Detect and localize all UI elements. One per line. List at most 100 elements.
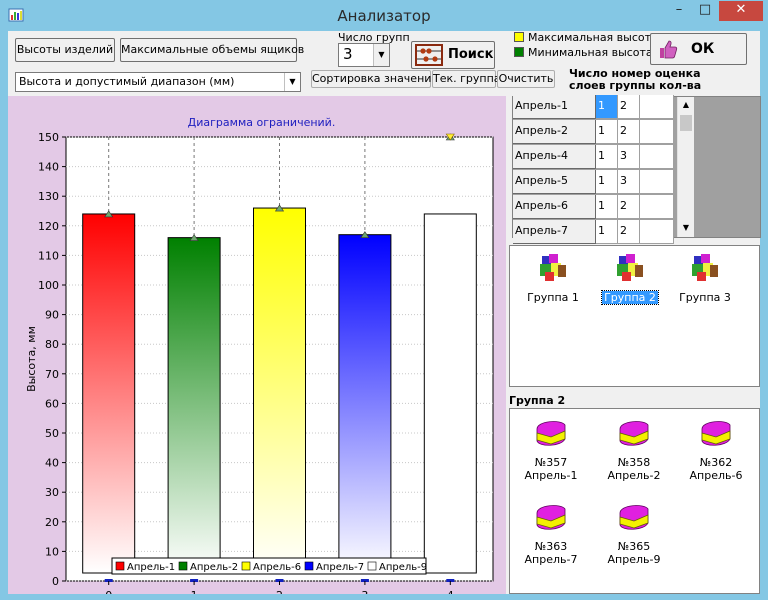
y-tick-label: 40 [45, 457, 59, 470]
group-product-item[interactable]: №358 Апрель-2 [602, 417, 666, 482]
products-grid: Апрель-1 1 2 Апрель-2 1 2 Апрель-4 1 3 Апрель-5 1 3… [512, 95, 761, 244]
grid-cell-layers[interactable]: 1 [596, 195, 618, 219]
client-area: Высоты изделий Максимальные объемы ящико… [8, 31, 761, 600]
y-tick-label: 110 [38, 249, 59, 262]
grid-cell-name[interactable]: Апрель-6 [513, 195, 596, 219]
item-name: Апрель-7 [524, 553, 578, 566]
grid-row[interactable]: Апрель-1 1 2 [513, 95, 674, 120]
group-label[interactable]: Группа 2 [601, 290, 659, 305]
bar-Апрель-9[interactable] [423, 213, 477, 574]
grid-row[interactable]: Апрель-7 1 2 [513, 220, 674, 245]
group-product-item[interactable]: №363 Апрель-7 [519, 501, 583, 566]
group-product-item[interactable]: №362 Апрель-6 [684, 417, 748, 482]
item-name: Апрель-2 [607, 469, 661, 482]
grid-cell-layers[interactable]: 1 [596, 95, 618, 119]
y-tick-label: 0 [52, 575, 59, 588]
group-label[interactable]: Группа 1 [525, 291, 581, 304]
grid-cell-score[interactable] [640, 220, 674, 244]
clear-button[interactable]: Очистить [497, 70, 555, 88]
bar-Апрель-7[interactable] [338, 234, 392, 574]
y-tick-label: 20 [45, 516, 59, 529]
legend-max-swatch [514, 32, 524, 42]
x-tick-label: 0 [105, 589, 112, 594]
grid-cell-name[interactable]: Апрель-2 [513, 120, 596, 144]
chevron-down-icon[interactable]: ▼ [284, 73, 300, 91]
x-tick-label: 4 [447, 589, 454, 594]
chevron-down-icon[interactable]: ▼ [373, 44, 389, 66]
mode-select[interactable]: Высота и допустимый диапазон (мм) ▼ [15, 72, 301, 92]
maximize-button[interactable]: □ [692, 1, 718, 21]
group-boxes-icon [617, 254, 643, 281]
group-product-item[interactable]: №365 Апрель-9 [602, 501, 666, 566]
grid-cell-score[interactable] [640, 120, 674, 144]
title-bar[interactable]: Анализатор – □ ✕ [0, 0, 768, 31]
scroll-thumb[interactable] [680, 115, 692, 131]
legend-entry: Апрель-1 [127, 562, 175, 573]
y-tick-label: 140 [38, 161, 59, 174]
group-item[interactable]: Группа 1 [518, 252, 588, 304]
grid-cell-layers[interactable]: 1 [596, 145, 618, 169]
grid-row[interactable]: Апрель-2 1 2 [513, 120, 674, 145]
grid-cell-group[interactable]: 3 [618, 145, 640, 169]
search-button[interactable]: Поиск [411, 41, 495, 69]
columns-header: Число номер оценка слоев группы кол-ва [569, 68, 701, 92]
ok-button[interactable]: ОК [650, 33, 747, 65]
grid-cell-name[interactable]: Апрель-7 [513, 220, 596, 244]
app-window: Анализатор – □ ✕ Высоты изделий Максимал… [0, 0, 768, 600]
legend-swatch-Апрель-9 [367, 561, 377, 571]
minimize-button[interactable]: – [666, 1, 692, 21]
item-name: Апрель-9 [607, 553, 661, 566]
group-boxes-icon [692, 254, 718, 281]
group-product-item[interactable]: №357 Апрель-1 [519, 417, 583, 482]
grid-cell-group[interactable]: 2 [618, 120, 640, 144]
legend-swatch-Апрель-6 [241, 561, 251, 571]
grid-cell-name[interactable]: Апрель-1 [513, 95, 596, 119]
grid-row[interactable]: Апрель-5 1 3 [513, 170, 674, 195]
grid-cell-layers[interactable]: 1 [596, 120, 618, 144]
bar-Апрель-6[interactable] [253, 207, 306, 574]
heights-button[interactable]: Высоты изделий [15, 38, 115, 62]
current-group-button[interactable]: Тек. группа [432, 70, 501, 88]
abacus-icon [415, 44, 443, 66]
grid-cell-group[interactable]: 2 [618, 95, 640, 119]
legend-entry: Апрель-9 [379, 562, 427, 573]
grid-cell-score[interactable] [640, 145, 674, 169]
chevron-down-icon[interactable]: ▼ [678, 220, 694, 236]
grid-row[interactable]: Апрель-4 1 3 [513, 145, 674, 170]
group-label[interactable]: Группа 3 [677, 291, 733, 304]
grid-cell-score[interactable] [640, 170, 674, 194]
product-box-icon [701, 421, 731, 446]
chevron-up-icon[interactable]: ▲ [678, 97, 694, 113]
grid-cell-group[interactable]: 2 [618, 220, 640, 244]
grid-cell-score[interactable] [640, 95, 674, 119]
group-count-spinner[interactable]: 3 ▼ [338, 43, 390, 67]
group-count-value[interactable]: 3 [343, 45, 353, 63]
legend-swatch-Апрель-2 [178, 561, 188, 571]
legend-swatch-Апрель-1 [115, 561, 125, 571]
close-button[interactable]: ✕ [719, 1, 763, 21]
grid-cell-name[interactable]: Апрель-5 [513, 170, 596, 194]
item-number: №363 [534, 540, 568, 553]
y-tick-label: 120 [38, 220, 59, 233]
group-item[interactable]: Группа 3 [670, 252, 740, 304]
bar-Апрель-2[interactable] [167, 237, 221, 574]
grid-cell-group[interactable]: 2 [618, 195, 640, 219]
grid-cell-layers[interactable]: 1 [596, 220, 618, 244]
sort-button[interactable]: Сортировка значений [311, 70, 439, 88]
bar-Апрель-1[interactable] [82, 213, 136, 574]
legend-entry: Апрель-2 [190, 562, 238, 573]
max-volumes-button[interactable]: Максимальные объемы ящиков [120, 38, 304, 62]
grid-cell-name[interactable]: Апрель-4 [513, 145, 596, 169]
x-tick-label: 1 [191, 589, 198, 594]
y-tick-label: 10 [45, 545, 59, 558]
group-item[interactable]: Группа 2 [595, 252, 665, 305]
product-box-icon [536, 505, 566, 530]
grid-row[interactable]: Апрель-6 1 2 [513, 195, 674, 220]
thumbs-up-icon [660, 40, 678, 59]
grid-cell-score[interactable] [640, 195, 674, 219]
y-tick-label: 80 [45, 338, 59, 351]
grid-scrollbar[interactable]: ▲ ▼ [677, 97, 694, 237]
grid-cell-layers[interactable]: 1 [596, 170, 618, 194]
grid-cell-group[interactable]: 3 [618, 170, 640, 194]
legend-entry: Апрель-7 [316, 562, 364, 573]
